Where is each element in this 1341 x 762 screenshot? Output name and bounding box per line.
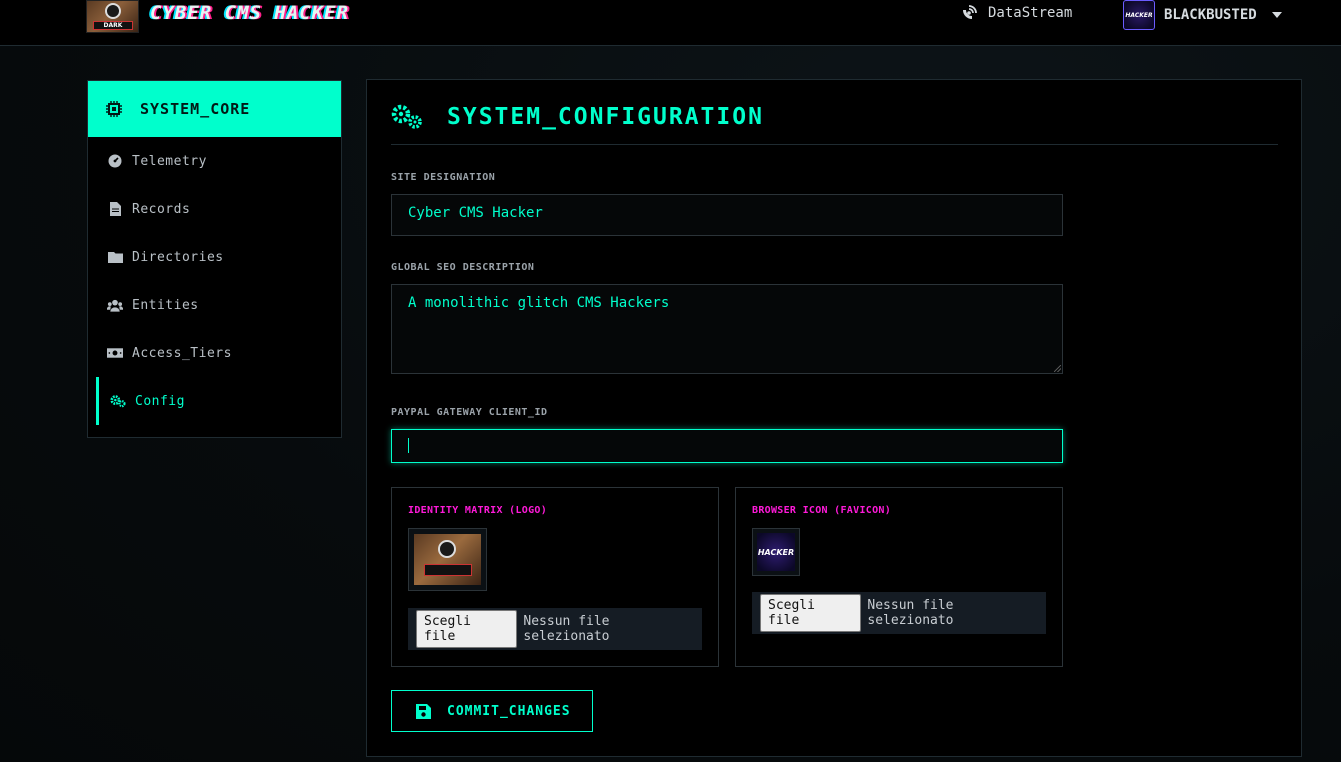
favicon-file-input[interactable]: Scegli file Nessun file selezionato xyxy=(752,592,1046,634)
sidebar-item-entities[interactable]: Entities xyxy=(88,281,341,329)
sidebar-header: SYSTEM_CORE xyxy=(88,81,341,137)
microchip-icon xyxy=(106,101,122,117)
favicon-preview: HACKER xyxy=(752,528,800,576)
brand-logo-text: DARK xyxy=(93,21,133,30)
logo-upload-label: IDENTITY MATRIX (LOGO) xyxy=(408,505,548,516)
file-icon xyxy=(107,202,123,216)
favicon-upload-label: BROWSER ICON (FAVICON) xyxy=(752,505,892,516)
sidebar-item-directories[interactable]: Directories xyxy=(88,233,341,281)
sidebar-item-label: Directories xyxy=(132,249,224,265)
file-status: Nessun file selezionato xyxy=(523,614,610,644)
sidebar-item-label: Entities xyxy=(132,297,199,313)
choose-file-button[interactable]: Scegli file xyxy=(416,610,518,648)
logo-preview xyxy=(408,528,487,591)
gauge-icon xyxy=(107,154,123,168)
gears-icon xyxy=(110,394,126,408)
sidebar-item-records[interactable]: Records xyxy=(88,185,341,233)
sidebar-item-access-tiers[interactable]: Access_Tiers xyxy=(88,329,341,377)
gears-icon xyxy=(391,104,422,129)
logo-upload-card: IDENTITY MATRIX (LOGO) Scegli file Nessu… xyxy=(391,487,719,667)
datastream-label: DataStream xyxy=(988,5,1073,21)
page-title-text: SYSTEM_CONFIGURATION xyxy=(447,104,764,130)
file-status: Nessun file selezionato xyxy=(867,598,954,628)
sidebar-item-label: Telemetry xyxy=(132,153,207,169)
text-cursor xyxy=(408,437,409,453)
site-designation-input[interactable]: Cyber CMS Hacker xyxy=(391,194,1063,236)
seo-description-label: GLOBAL SEO DESCRIPTION xyxy=(391,262,535,273)
save-icon xyxy=(416,703,431,719)
sidebar-item-label: Access_Tiers xyxy=(132,345,232,361)
money-icon xyxy=(107,346,123,360)
brand-logo[interactable]: DARK xyxy=(86,0,139,33)
sidebar-item-label: Config xyxy=(135,393,185,409)
divider xyxy=(391,144,1278,145)
choose-file-button[interactable]: Scegli file xyxy=(760,594,862,632)
resize-handle-icon[interactable] xyxy=(1054,365,1061,372)
favicon-upload-card: BROWSER ICON (FAVICON) HACKER Scegli fil… xyxy=(735,487,1063,667)
brand-title[interactable]: CYBER CMS HACKER xyxy=(150,2,349,24)
page-title: SYSTEM_CONFIGURATION xyxy=(391,104,764,130)
satellite-dish-icon xyxy=(963,5,977,19)
datastream-link[interactable]: DataStream xyxy=(960,4,1072,22)
users-icon xyxy=(107,298,123,312)
caret-down-icon xyxy=(1271,12,1282,18)
site-designation-label: SITE DESIGNATION xyxy=(391,172,496,183)
sidebar-title: SYSTEM_CORE xyxy=(140,100,251,118)
folder-icon xyxy=(107,250,123,264)
user-name: BLACKBUSTED xyxy=(1164,7,1257,23)
top-navbar: DARK CYBER CMS HACKER DataStream HACKER … xyxy=(0,0,1341,46)
avatar: HACKER xyxy=(1123,0,1155,30)
sidebar-item-config[interactable]: Config xyxy=(96,377,341,425)
logo-file-input[interactable]: Scegli file Nessun file selezionato xyxy=(408,608,702,650)
commit-label: COMMIT_CHANGES xyxy=(447,703,571,719)
commit-changes-button[interactable]: COMMIT_CHANGES xyxy=(391,690,593,732)
sidebar-item-label: Records xyxy=(132,201,191,217)
seo-description-textarea[interactable]: A monolithic glitch CMS Hackers xyxy=(391,284,1063,374)
user-menu[interactable]: HACKER BLACKBUSTED xyxy=(1123,0,1282,30)
sidebar: SYSTEM_CORE Telemetry Records Directorie… xyxy=(87,80,342,438)
sidebar-item-telemetry[interactable]: Telemetry xyxy=(88,137,341,185)
config-panel: SYSTEM_CONFIGURATION SITE DESIGNATION Cy… xyxy=(366,79,1302,757)
paypal-client-id-input[interactable] xyxy=(391,429,1063,463)
paypal-client-id-label: PAYPAL GATEWAY CLIENT_ID xyxy=(391,407,548,418)
